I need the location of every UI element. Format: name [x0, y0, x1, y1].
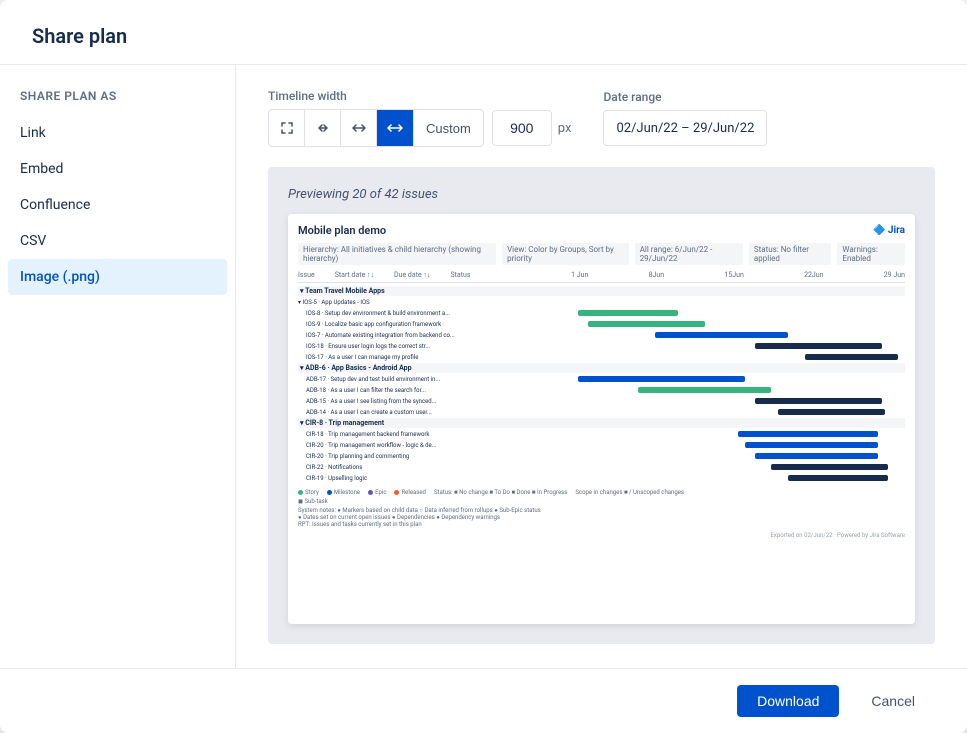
custom-label-button[interactable]: Custom	[413, 110, 483, 146]
gantt-section-app: ▾ ADB-6 · App Basics - Android App	[298, 363, 905, 373]
gantt-logo: 🔷 Jira	[873, 225, 905, 236]
gantt-preview: Mobile plan demo 🔷 Jira Hierarchy: All i…	[288, 214, 915, 624]
cancel-button[interactable]: Cancel	[851, 685, 935, 717]
gantt-col-headers: Issue Start date ↑↓ Due date ↑↓ Status 1…	[298, 271, 905, 283]
gantt-filters: Hierarchy: All initiatives & child hiera…	[298, 243, 905, 265]
gantt-section-crm: ▾ CIR-8 · Trip management	[298, 418, 905, 428]
timeline-width-group: Timeline width	[268, 89, 571, 147]
px-input[interactable]	[492, 110, 552, 146]
gantt-row: IOS-18 · Ensure user login logs the corr…	[298, 341, 905, 351]
wide-icon	[351, 120, 367, 136]
date-range-picker[interactable]: 02/Jun/22 – 29/Jun/22	[603, 110, 767, 146]
gantt-row: ADB-14 · As a user I can create a custom…	[298, 407, 905, 417]
narrow-button[interactable]	[305, 110, 341, 146]
gantt-row: CIR-20 · Trip planning and commenting	[298, 451, 905, 461]
gantt-row: IOS-9 · Localize basic app configuration…	[298, 319, 905, 329]
download-button[interactable]: Download	[737, 685, 839, 717]
sidebar-item-csv[interactable]: CSV	[0, 223, 235, 259]
gantt-row: ADB-15 · As a user I see listing from th…	[298, 396, 905, 406]
px-input-group: px	[492, 110, 572, 146]
modal-title: Share plan	[32, 24, 935, 48]
controls-row: Timeline width	[268, 89, 935, 147]
gantt-row: IOS-17 · As a user I can manage my profi…	[298, 352, 905, 362]
gantt-title: Mobile plan demo	[298, 224, 386, 237]
timeline-controls: Custom	[268, 109, 484, 147]
main-content: Timeline width	[236, 65, 967, 668]
date-range-group: Date range 02/Jun/22 – 29/Jun/22	[603, 90, 767, 146]
preview-label: Previewing 20 of 42 issues	[288, 187, 915, 202]
modal-body: Share plan as Link Embed Confluence CSV …	[0, 65, 967, 668]
custom-width-button[interactable]	[377, 110, 413, 146]
gantt-row: ADB-18 · As a user I can filter the sear…	[298, 385, 905, 395]
sidebar-label: Share plan as	[0, 81, 235, 115]
date-range-label: Date range	[603, 90, 767, 104]
gantt-row: ADB-17 · Setup dev and test build enviro…	[298, 374, 905, 384]
gantt-row: IOS-8 · Setup dev environment & build en…	[298, 308, 905, 318]
sidebar-item-link[interactable]: Link	[0, 115, 235, 151]
gantt-header: Mobile plan demo 🔷 Jira	[298, 224, 905, 237]
gantt-legend: Story Milestone Epic Released Status: ■ …	[298, 489, 905, 528]
sidebar-item-confluence[interactable]: Confluence	[0, 187, 235, 223]
modal-header: Share plan	[0, 0, 967, 65]
fit-icon	[279, 120, 295, 136]
wide-button[interactable]	[341, 110, 377, 146]
gantt-row: CIR-20 · Trip management workflow - logi…	[298, 440, 905, 450]
sidebar-item-embed[interactable]: Embed	[0, 151, 235, 187]
gantt-footer: Exported on 02/Jun/22 · Powered by Jira …	[298, 532, 905, 539]
gantt-row: CIR-18 · Trip management backend framewo…	[298, 429, 905, 439]
gantt-row: ▾ IOS-5 · App Updates - IOS	[298, 297, 905, 307]
gantt-row: IOS-7 · Automate existing integration fr…	[298, 330, 905, 340]
custom-icon	[387, 120, 403, 136]
sidebar: Share plan as Link Embed Confluence CSV …	[0, 65, 236, 668]
sidebar-item-image-png[interactable]: Image (.png)	[8, 259, 227, 295]
gantt-row: CIR-22 · Notifications	[298, 462, 905, 472]
modal: Share plan Share plan as Link Embed Conf…	[0, 0, 967, 733]
preview-area: Previewing 20 of 42 issues Mobile plan d…	[268, 167, 935, 644]
px-unit: px	[558, 121, 572, 136]
modal-footer: Download Cancel	[0, 668, 967, 733]
fit-button[interactable]	[269, 110, 305, 146]
timeline-label: Timeline width	[268, 89, 571, 103]
narrow-icon	[315, 120, 331, 136]
gantt-row: CIR-19 · Upselling logic	[298, 473, 905, 483]
gantt-section-mobile: ▾ Team Travel Mobile Apps	[298, 286, 905, 296]
